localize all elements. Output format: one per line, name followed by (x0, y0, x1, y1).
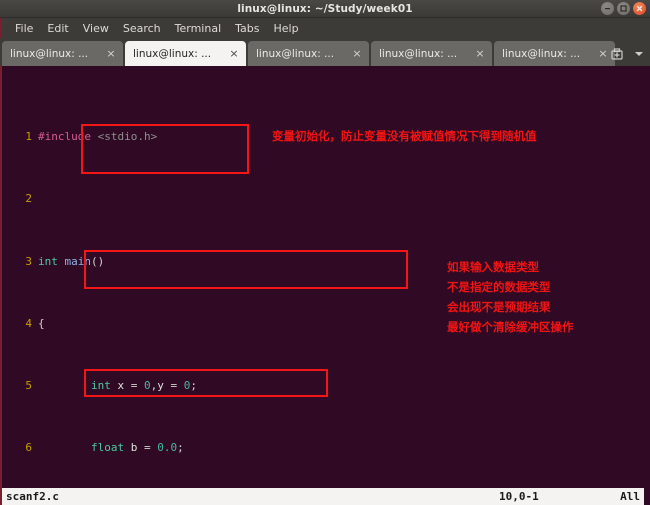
new-tab-icon[interactable] (608, 44, 626, 64)
annotation-note-1: 如果输入数据类型 (447, 260, 539, 274)
annotation-note-0: 变量初始化，防止变量没有被赋值情况下得到随机值 (272, 129, 537, 143)
status-bar-caret (644, 488, 650, 505)
tab-0[interactable]: linux@linux: ... × (2, 41, 123, 66)
minimize-button[interactable] (601, 2, 614, 15)
tab-bar-actions (608, 44, 648, 64)
menu-item-terminal[interactable]: Terminal (168, 21, 229, 36)
status-cursor-position: 10,0-1 (499, 490, 539, 503)
tab-1[interactable]: linux@linux: ... × (125, 41, 246, 66)
maximize-button[interactable] (617, 2, 630, 15)
code-line: 3 int main() (2, 254, 650, 270)
line-number: 4 (25, 316, 32, 330)
line-text: float b = 0.0; (90, 441, 184, 455)
tab-label: linux@linux: ... (133, 47, 212, 60)
terminal-viewport[interactable]: 1 #include <stdio.h> 2 3 int main() 4 { … (0, 66, 650, 488)
tab-close-icon[interactable]: × (228, 48, 240, 59)
tab-label: linux@linux: ... (10, 47, 89, 60)
menu-item-file[interactable]: File (8, 21, 40, 36)
title-bar: linux@linux: ~/Study/week01 (0, 0, 650, 18)
tab-2[interactable]: linux@linux: ... × (248, 41, 369, 66)
code-line: 6 float b = 0.0; (2, 440, 650, 456)
menu-item-view[interactable]: View (76, 21, 116, 36)
tab-3[interactable]: linux@linux: ... × (371, 41, 492, 66)
annotation-note-3: 会出现不是预期结果 (447, 300, 551, 314)
menu-item-search[interactable]: Search (116, 21, 168, 36)
menu-item-edit[interactable]: Edit (40, 21, 75, 36)
terminal-window: linux@linux: ~/Study/week01 File Edit Vi… (0, 0, 650, 505)
line-number: 3 (25, 254, 32, 268)
menu-item-help[interactable]: Help (267, 21, 306, 36)
status-scroll-percent: All (620, 490, 640, 503)
code-line: 5 int x = 0,y = 0; (2, 378, 650, 394)
tab-close-icon[interactable]: × (474, 48, 486, 59)
window-controls (601, 2, 646, 15)
line-number: 2 (25, 192, 32, 206)
tab-bar: linux@linux: ... × linux@linux: ... × li… (0, 38, 650, 66)
tab-4[interactable]: linux@linux: ... × (494, 41, 615, 66)
annotation-note-2: 不是指定的数据类型 (447, 280, 551, 294)
chevron-down-icon[interactable] (630, 44, 648, 64)
code-line: 2 (2, 191, 650, 207)
menu-item-tabs[interactable]: Tabs (228, 21, 266, 36)
window-title: linux@linux: ~/Study/week01 (237, 2, 413, 15)
tab-label: linux@linux: ... (502, 47, 581, 60)
tab-label: linux@linux: ... (256, 47, 335, 60)
menu-bar: File Edit View Search Terminal Tabs Help (0, 18, 650, 38)
line-text: int x = 0,y = 0; (90, 378, 197, 392)
line-number: 6 (25, 441, 32, 455)
line-number: 1 (25, 130, 32, 144)
annotation-note-4: 最好做个清除缓冲区操作 (447, 320, 574, 334)
line-text: int main() (38, 254, 105, 268)
status-filename: scanf2.c (6, 490, 59, 503)
tab-close-icon[interactable]: × (351, 48, 363, 59)
status-bar: scanf2.c 10,0-1 All (0, 488, 650, 505)
tab-label: linux@linux: ... (379, 47, 458, 60)
close-button[interactable] (633, 2, 646, 15)
line-number: 5 (25, 378, 32, 392)
tab-close-icon[interactable]: × (105, 48, 117, 59)
